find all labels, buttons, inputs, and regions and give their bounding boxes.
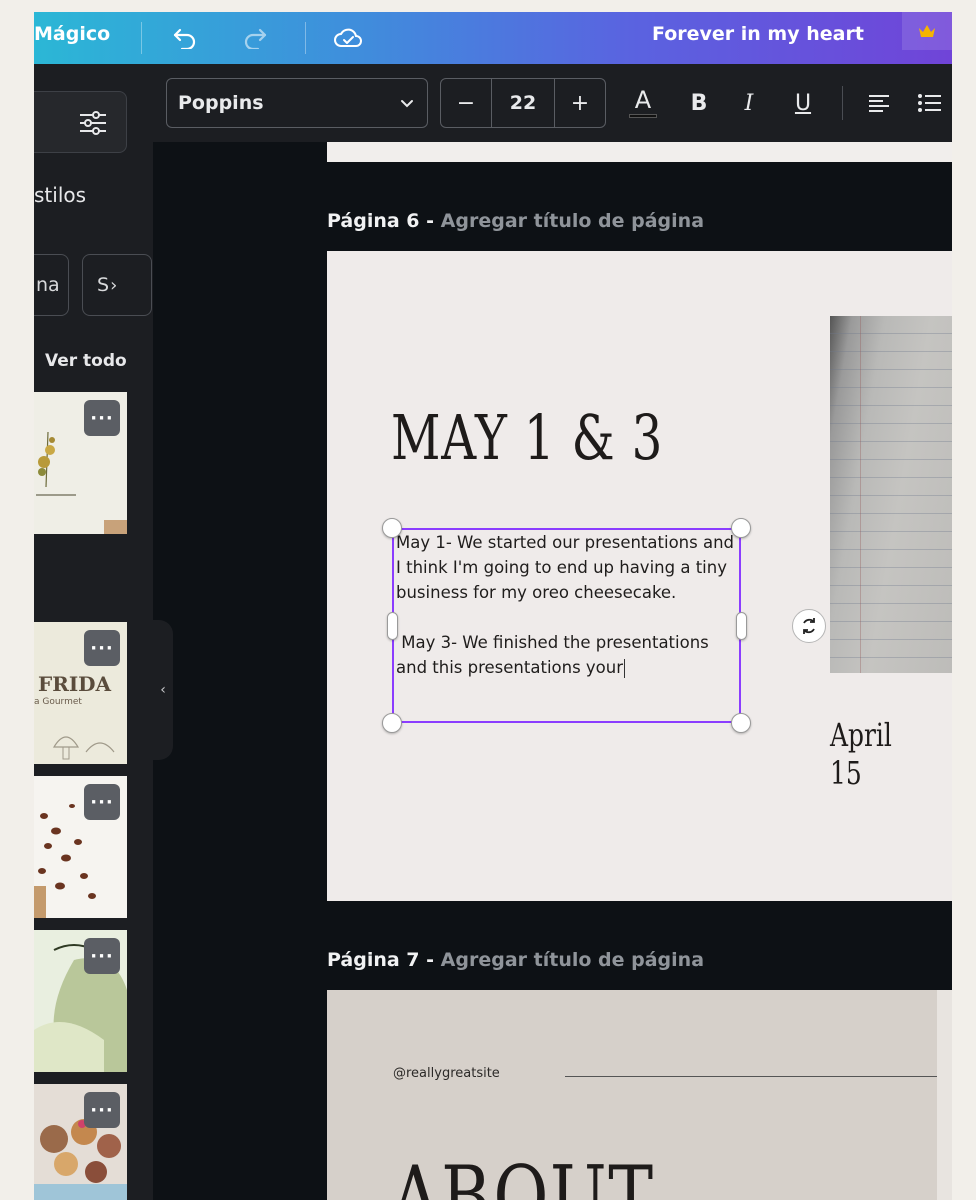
font-size-input[interactable]: 22 (491, 79, 555, 127)
more-options-button[interactable]: ··· (84, 400, 120, 436)
decrease-size-button[interactable]: − (441, 79, 491, 127)
page-6[interactable]: MAY 1 & 3 April 15 May 1- We started our… (327, 251, 952, 901)
more-options-button[interactable]: ··· (84, 938, 120, 974)
selected-text-box[interactable]: May 1- We started our presentations and … (392, 528, 741, 723)
page-heading[interactable]: MAY 1 & 3 (391, 401, 663, 474)
resize-handle-left[interactable] (387, 612, 398, 640)
notebook-photo[interactable] (830, 316, 952, 673)
more-options-button[interactable]: ··· (84, 1092, 120, 1128)
resize-handle-top-right[interactable] (731, 518, 751, 538)
filter-icon[interactable] (78, 109, 108, 137)
page-6-label: Página 6 - Agregar título de página (327, 210, 705, 232)
style-chip[interactable]: na (34, 254, 69, 316)
crown-icon[interactable] (902, 12, 952, 50)
website-handle[interactable]: @reallygreatsite (393, 1066, 500, 1081)
chevron-down-icon (399, 93, 415, 118)
font-family-select[interactable]: Poppins (166, 78, 428, 128)
increase-size-button[interactable]: + (555, 79, 605, 127)
resize-handle-top-left[interactable] (382, 518, 402, 538)
resize-handle-bottom-right[interactable] (731, 713, 751, 733)
top-bar: Mágico Forever in my heart (34, 12, 952, 64)
chevron-left-icon: ‹ (160, 682, 166, 698)
template-thumbnail[interactable]: FRIDA a Gourmet ··· (34, 622, 127, 764)
styles-heading: stilos (34, 183, 87, 207)
divider-line (565, 1076, 937, 1077)
cloud-saved-icon[interactable] (332, 22, 364, 54)
page-heading[interactable]: ABOUT (391, 1148, 655, 1200)
text-color-icon: A (634, 86, 652, 114)
editor-canvas: Poppins − 22 + A B I U Página 6 - Agrega… (153, 64, 952, 1200)
align-left-icon[interactable] (861, 78, 897, 128)
style-chip[interactable]: S › (82, 254, 152, 316)
template-thumbnail[interactable]: ··· (34, 392, 127, 534)
collapse-panel-button[interactable]: ‹ (153, 620, 173, 760)
chevron-right-icon: › (110, 274, 118, 296)
template-thumbnail[interactable]: ··· (34, 1084, 127, 1200)
text-toolbar: Poppins − 22 + A B I U (153, 64, 952, 142)
text-paragraph: May 1- We started our presentations and … (396, 533, 740, 602)
text-paragraph: May 3- We finished the presentations and… (396, 633, 715, 677)
document-title[interactable]: Forever in my heart (652, 23, 864, 45)
previous-page-edge[interactable] (327, 142, 952, 162)
underline-button[interactable]: U (785, 78, 821, 128)
see-all-link[interactable]: Ver todo (45, 351, 127, 371)
font-size-stepper: − 22 + (440, 78, 606, 128)
divider (141, 22, 142, 54)
photo-caption[interactable]: April 15 (830, 716, 925, 792)
text-color-button[interactable]: A (623, 78, 663, 128)
page-7[interactable]: @reallygreatsite ABOUT (327, 990, 952, 1200)
rotate-icon[interactable] (792, 609, 826, 643)
search-input[interactable] (34, 91, 127, 153)
bold-button[interactable]: B (681, 78, 717, 128)
page-title-input[interactable]: Agregar título de página (441, 210, 704, 232)
templates-panel: stilos na S › Ver todo ··· FRIDA a Gourme… (34, 64, 153, 1200)
template-thumbnail[interactable]: ··· (34, 930, 127, 1072)
magic-menu-label[interactable]: Mágico (34, 23, 110, 45)
template-thumbnail[interactable]: ··· (34, 776, 127, 918)
color-swatch (629, 114, 657, 118)
divider (842, 86, 843, 120)
page-title-input[interactable]: Agregar título de página (441, 949, 704, 971)
text-cursor (624, 659, 626, 678)
resize-handle-right[interactable] (736, 612, 747, 640)
more-options-button[interactable]: ··· (84, 630, 120, 666)
undo-icon[interactable] (169, 22, 201, 54)
list-icon[interactable] (911, 78, 947, 128)
redo-icon[interactable] (239, 22, 271, 54)
page-7-label: Página 7 - Agregar título de página (327, 949, 705, 971)
divider (305, 22, 306, 54)
more-options-button[interactable]: ··· (84, 784, 120, 820)
text-box-content[interactable]: May 1- We started our presentations and … (396, 530, 741, 680)
resize-handle-bottom-left[interactable] (382, 713, 402, 733)
italic-button[interactable]: I (731, 78, 767, 128)
